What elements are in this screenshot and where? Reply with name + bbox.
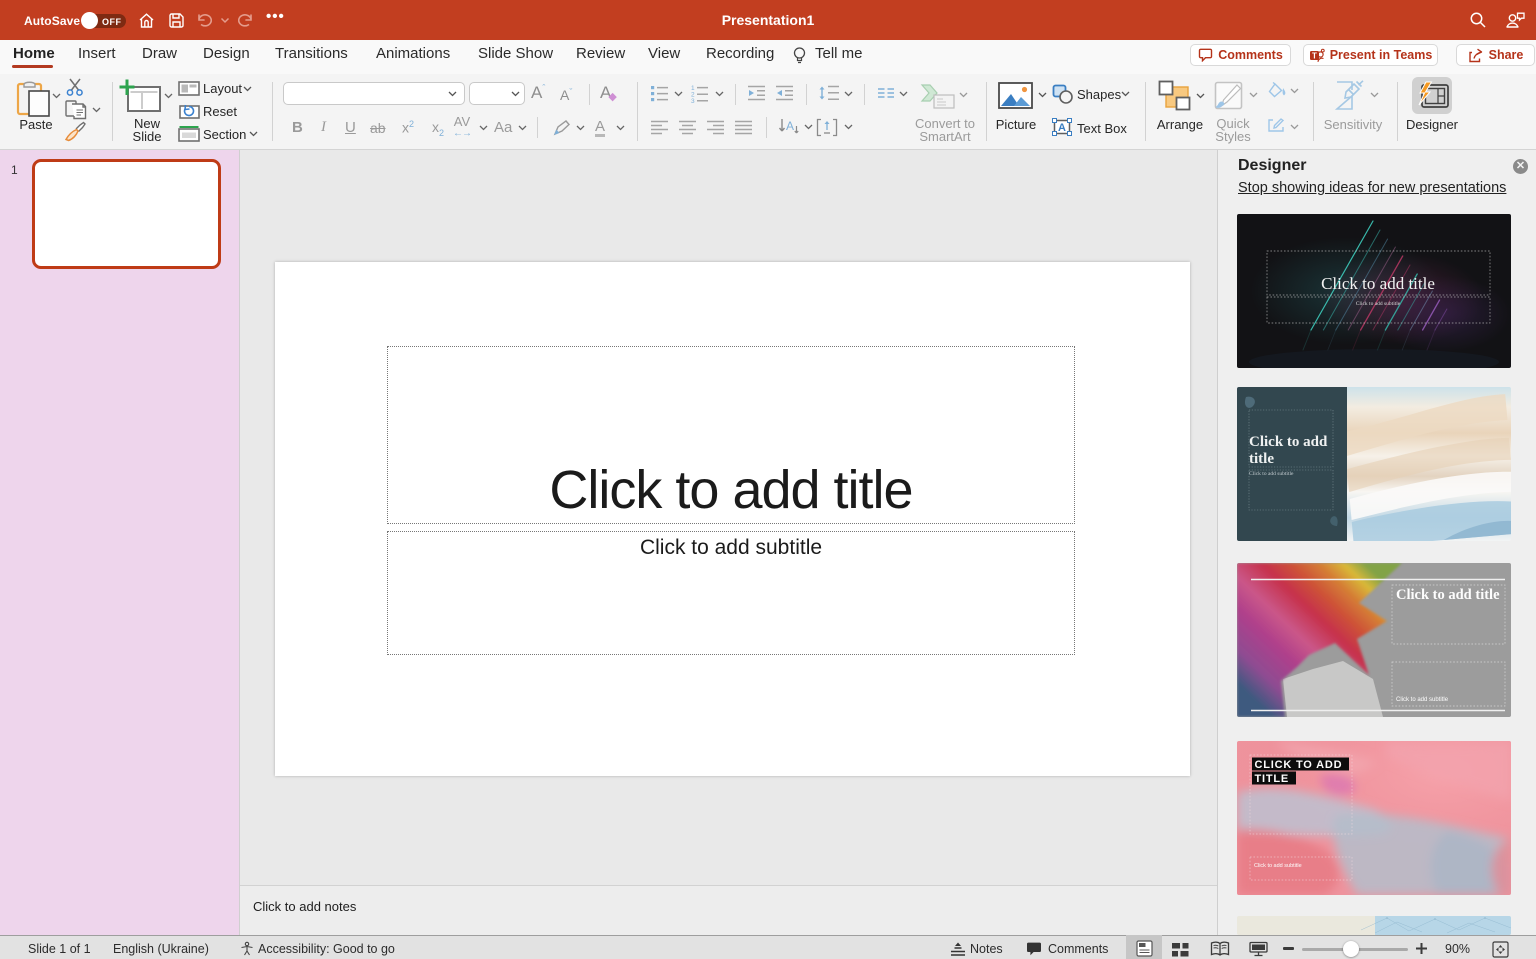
svg-text:Click to add subtitle: Click to add subtitle (1249, 471, 1294, 477)
svg-text:Click to add title: Click to add title (1321, 274, 1435, 293)
svg-text:T: T (1312, 51, 1317, 60)
svg-text:Click to add subtitle: Click to add subtitle (1254, 863, 1302, 869)
svg-text:A: A (1058, 122, 1066, 134)
svg-text:CLICK TO ADD: CLICK TO ADD (1255, 759, 1343, 771)
svg-text:title: title (1249, 451, 1274, 467)
svg-text:3: 3 (691, 98, 695, 103)
svg-text:A: A (786, 119, 794, 133)
svg-text:Click to add subtitle: Click to add subtitle (1356, 301, 1401, 307)
svg-text:TITLE: TITLE (1255, 773, 1290, 785)
svg-text:Click to add: Click to add (1249, 434, 1328, 450)
svg-text:Click to add subtitle: Click to add subtitle (1396, 697, 1449, 703)
svg-text:Click to add title: Click to add title (1396, 587, 1500, 603)
